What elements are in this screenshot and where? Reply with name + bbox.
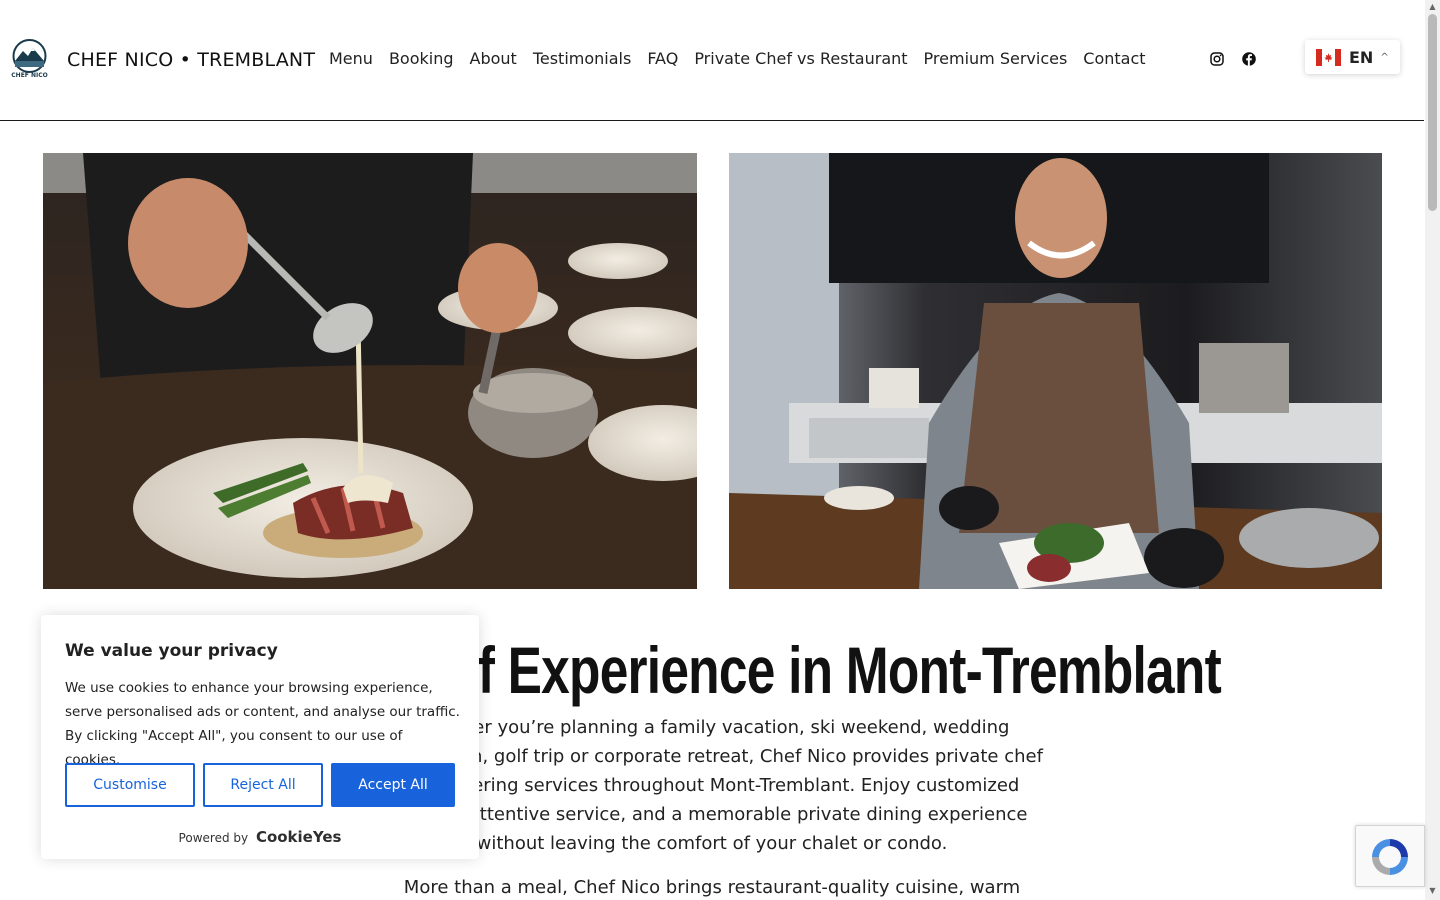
cookie-powered-by: Powered by CookieYes [41, 828, 479, 846]
nav-item-about[interactable]: About [470, 49, 517, 68]
nav-item-private-chef-vs-restaurant[interactable]: Private Chef vs Restaurant [694, 49, 907, 68]
nav-item-faq[interactable]: FAQ [647, 49, 678, 68]
site-header: CHEF NICO CHEF NICO • TREMBLANT Menu Boo… [0, 0, 1424, 121]
chef-portrait-photo [729, 153, 1382, 589]
nav-item-contact[interactable]: Contact [1083, 49, 1145, 68]
chef-nico-logo[interactable]: CHEF NICO [11, 39, 48, 79]
cookie-title: We value your privacy [65, 641, 278, 661]
nav-item-testimonials[interactable]: Testimonials [533, 49, 632, 68]
plated-steak-photo [43, 153, 697, 589]
svg-text:CHEF NICO: CHEF NICO [11, 72, 47, 79]
scroll-down-arrow-icon[interactable]: ▼ [1428, 886, 1437, 895]
cookie-customise-button[interactable]: Customise [65, 763, 195, 807]
cookie-reject-all-button[interactable]: Reject All [203, 763, 323, 807]
recaptcha-badge[interactable] [1355, 825, 1425, 887]
nav-item-premium-services[interactable]: Premium Services [924, 49, 1068, 68]
hero-paragraph-second: More than a meal, Chef Nico brings resta… [403, 877, 1021, 898]
nav-item-booking[interactable]: Booking [389, 49, 454, 68]
brand-name[interactable]: CHEF NICO • TREMBLANT [67, 49, 315, 71]
language-code: EN [1349, 47, 1374, 67]
canada-flag-icon [1316, 48, 1341, 66]
scrollbar-thumb[interactable] [1428, 14, 1437, 211]
recaptcha-icon [1372, 839, 1408, 875]
nav-item-menu[interactable]: Menu [329, 49, 373, 68]
cookie-body: We use cookies to enhance your browsing … [65, 680, 460, 768]
facebook-icon[interactable] [1242, 52, 1256, 66]
cookie-accept-all-button[interactable]: Accept All [331, 763, 455, 807]
language-switcher[interactable]: EN ^ [1305, 40, 1400, 74]
instagram-icon[interactable] [1210, 52, 1224, 66]
powered-by-label: Powered by [178, 831, 249, 845]
chevron-up-icon: ^ [1380, 51, 1389, 63]
main-nav: Menu Booking About Testimonials FAQ Priv… [329, 49, 1146, 68]
cookie-consent-banner: We value your privacy We use cookies to … [41, 615, 479, 859]
cookieyes-logo[interactable]: CookieYes [256, 828, 342, 846]
scroll-up-arrow-icon[interactable]: ▲ [1428, 2, 1437, 11]
